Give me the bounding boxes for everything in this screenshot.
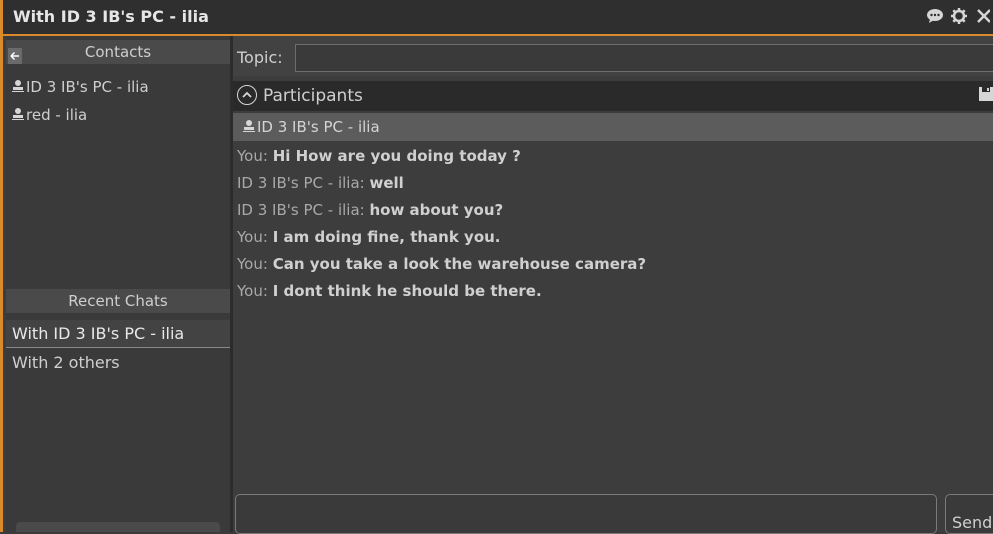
recent-chat-item[interactable]: With 2 others bbox=[6, 349, 230, 377]
user-icon bbox=[12, 106, 24, 124]
contact-item[interactable]: red - ilia bbox=[12, 104, 87, 126]
message-sender: You: bbox=[237, 147, 268, 165]
chat-message: ID 3 IB's PC - ilia: well bbox=[237, 174, 404, 192]
collapse-sidebar-button[interactable] bbox=[8, 48, 22, 64]
participant-item[interactable]: ID 3 IB's PC - ilia bbox=[233, 113, 993, 141]
sidebar-footer bbox=[16, 522, 220, 532]
chevron-up-icon[interactable] bbox=[237, 85, 257, 105]
participants-label: Participants bbox=[263, 86, 363, 106]
save-icon[interactable] bbox=[978, 86, 993, 106]
message-text: I dont think he should be there. bbox=[272, 282, 542, 300]
title-bar-icons bbox=[925, 6, 993, 26]
arrow-left-icon bbox=[10, 51, 19, 61]
chat-message: ID 3 IB's PC - ilia: how about you? bbox=[237, 201, 503, 219]
message-sender: You: bbox=[237, 255, 268, 273]
gear-icon[interactable] bbox=[949, 6, 969, 26]
chat-message: You: Hi How are you doing today ? bbox=[237, 147, 521, 165]
participant-name: ID 3 IB's PC - ilia bbox=[257, 118, 380, 136]
contact-name: ID 3 IB's PC - ilia bbox=[26, 78, 149, 96]
chat-window: With ID 3 IB's PC - ilia Contacts ID 3 I… bbox=[0, 0, 993, 534]
chat-panel: Topic: Participants ID 3 IB's PC - ilia … bbox=[233, 36, 993, 534]
contacts-header: Contacts bbox=[6, 40, 230, 64]
chat-message: You: Can you take a look the warehouse c… bbox=[237, 255, 646, 273]
close-icon[interactable] bbox=[973, 6, 993, 26]
topic-row: Topic: bbox=[233, 36, 993, 76]
message-sender: ID 3 IB's PC - ilia: bbox=[237, 174, 365, 192]
message-text: well bbox=[369, 174, 404, 192]
message-text: Can you take a look the warehouse camera… bbox=[272, 255, 647, 273]
message-sender: You: bbox=[237, 228, 268, 246]
recent-chat-item[interactable]: With ID 3 IB's PC - ilia bbox=[6, 320, 230, 348]
topic-input[interactable] bbox=[295, 44, 993, 72]
chat-message: You: I am doing fine, thank you. bbox=[237, 228, 501, 246]
sidebar: Contacts ID 3 IB's PC - ilia red - ilia … bbox=[6, 36, 230, 532]
recent-chats-header: Recent Chats bbox=[6, 289, 230, 313]
user-icon bbox=[12, 78, 24, 96]
message-input[interactable] bbox=[235, 494, 937, 534]
send-button[interactable]: Send bbox=[945, 494, 993, 534]
message-sender: ID 3 IB's PC - ilia: bbox=[237, 201, 365, 219]
window-title: With ID 3 IB's PC - ilia bbox=[13, 7, 209, 26]
chat-message: You: I dont think he should be there. bbox=[237, 282, 542, 300]
message-sender: You: bbox=[237, 282, 268, 300]
contact-name: red - ilia bbox=[26, 106, 88, 124]
contact-item[interactable]: ID 3 IB's PC - ilia bbox=[12, 76, 149, 98]
participants-bar[interactable]: Participants bbox=[233, 81, 993, 111]
chat-icon[interactable] bbox=[925, 6, 945, 26]
title-bar: With ID 3 IB's PC - ilia bbox=[3, 0, 993, 36]
user-icon bbox=[243, 118, 255, 136]
message-text: Hi How are you doing today ? bbox=[272, 147, 521, 165]
topic-label: Topic: bbox=[237, 48, 283, 67]
message-text: how about you? bbox=[369, 201, 504, 219]
message-text: I am doing fine, thank you. bbox=[272, 228, 501, 246]
